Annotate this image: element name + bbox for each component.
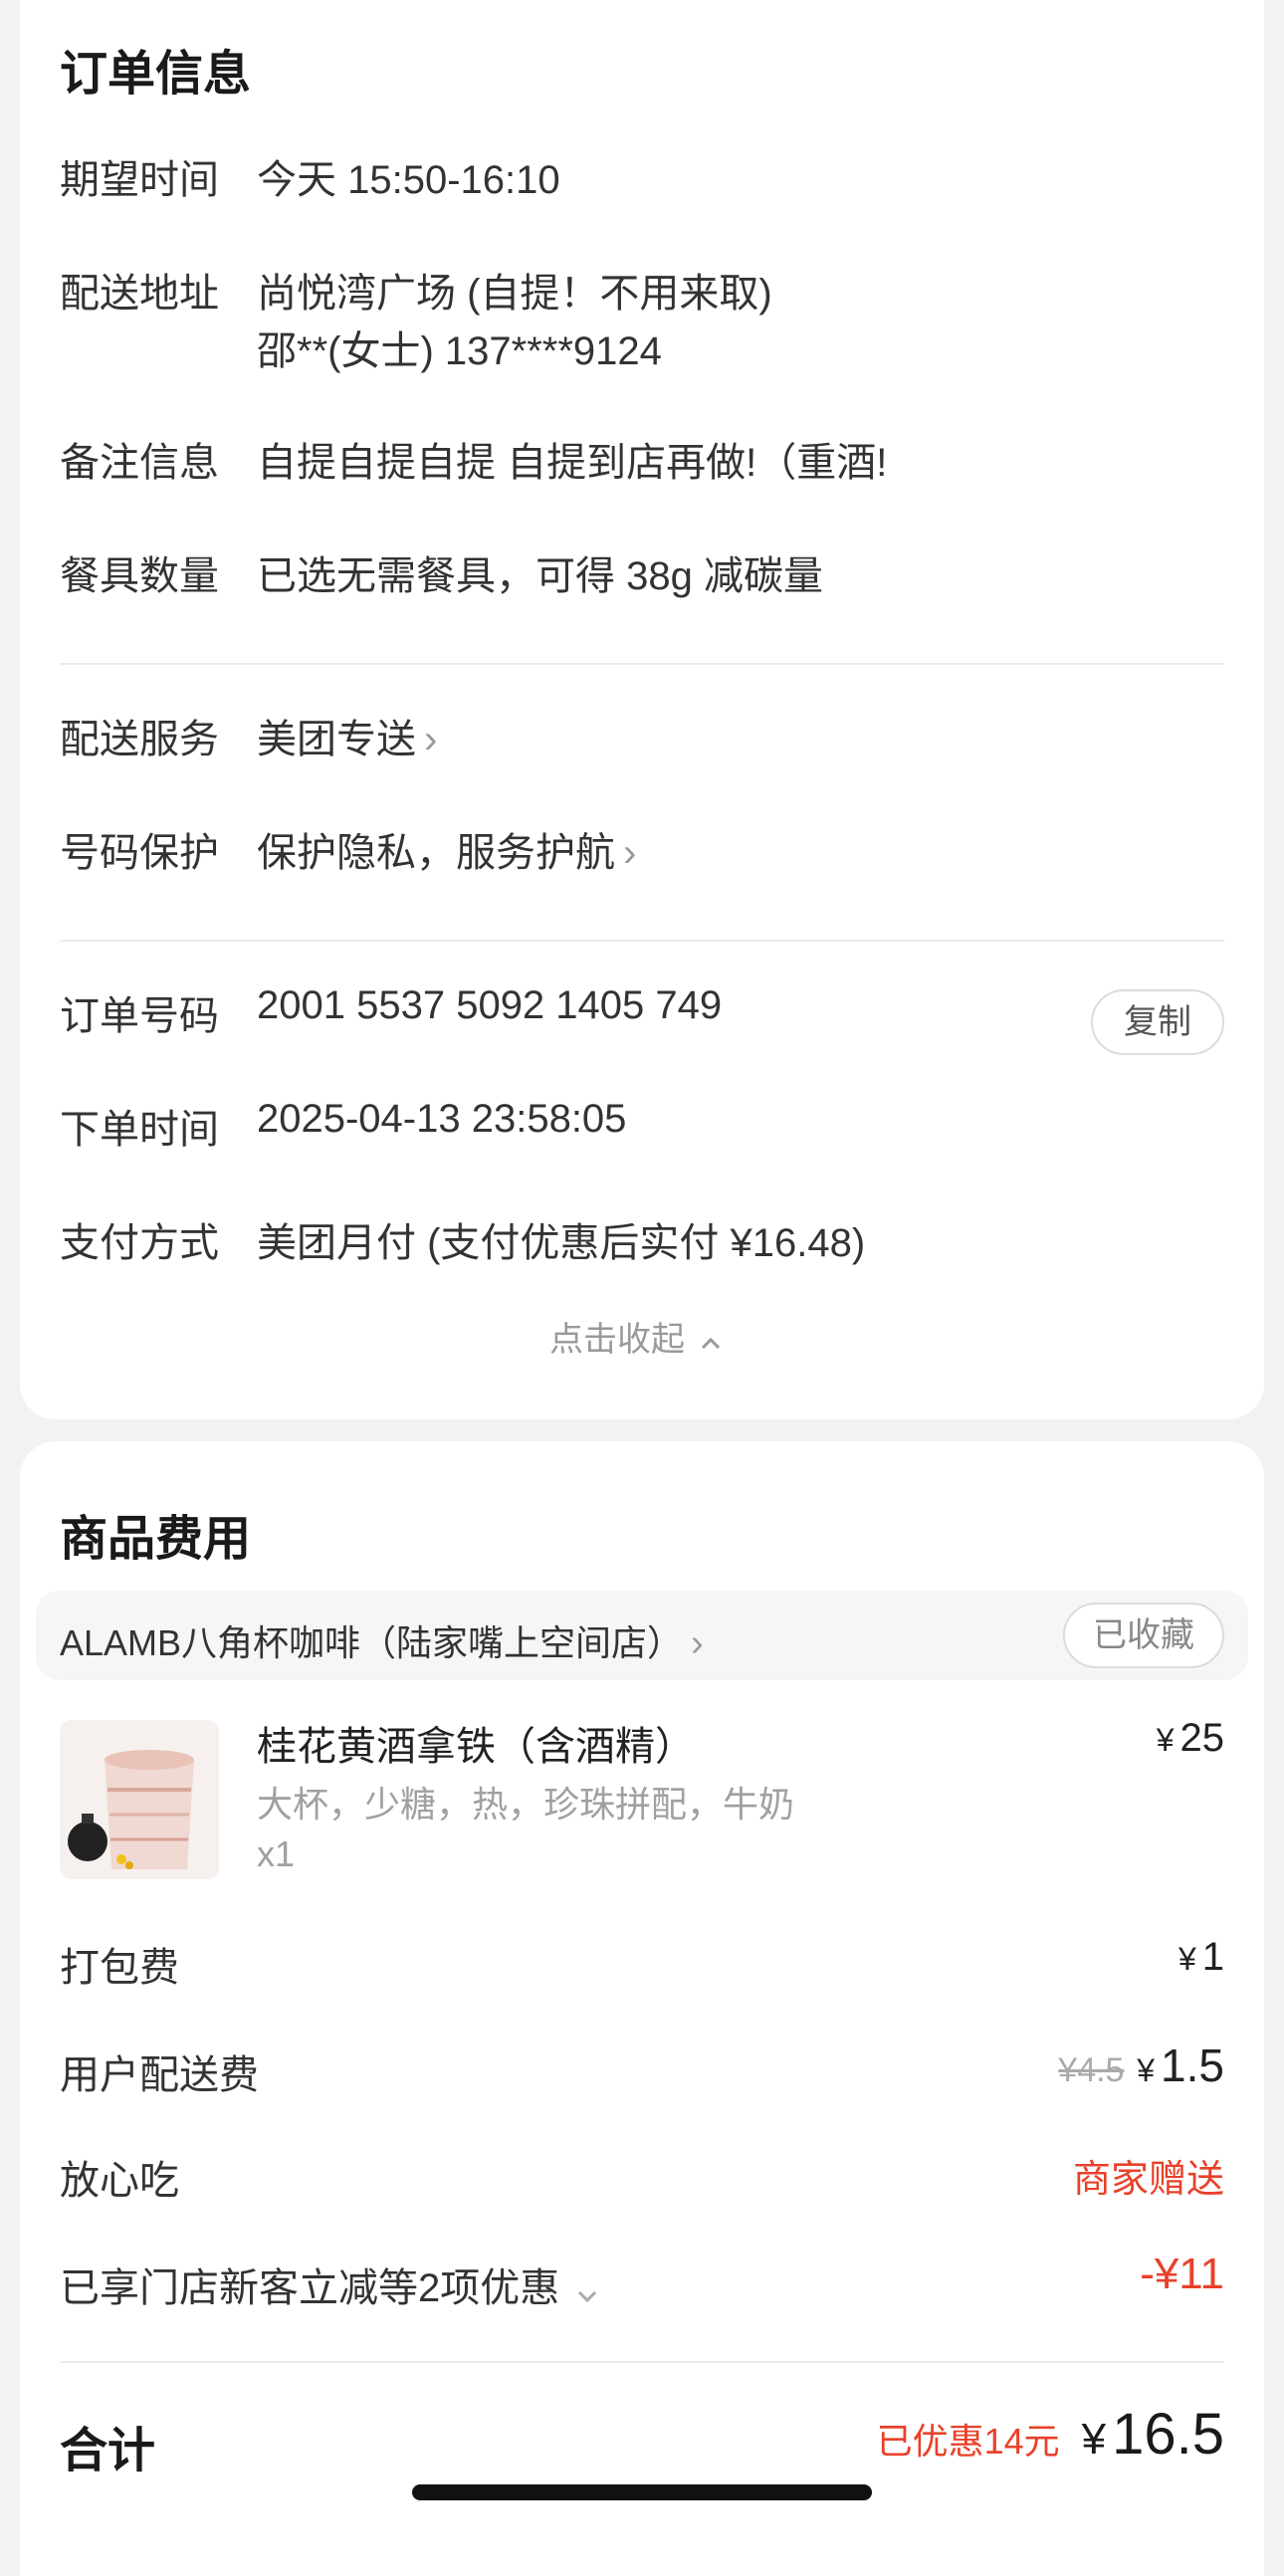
packing-fee: ¥1 [1178,1935,1224,1980]
address-value: 尚悦湾广场 (自提！不用来取) [257,272,772,316]
order-info-card: 订单信息 期望时间 今天 15:50-16:10 配送地址 尚悦湾广场 (自提！… [20,0,1264,1419]
delivery-fee-label: 用户配送费 [60,2053,259,2097]
saved-button[interactable]: 已收藏 [1063,1603,1224,1668]
shop-name: ALAMB八角杯咖啡（陆家嘴上空间店） [60,1622,684,1663]
copy-button[interactable]: 复制 [1091,989,1224,1055]
delivery-service-link[interactable]: 美团专送 › [257,707,437,764]
total-label: 合计 [60,2425,156,2477]
delivery-service-label: 配送服务 [60,718,219,761]
divider [60,663,1224,665]
packing-fee-label: 打包费 [60,1946,179,1990]
order-info-title: 订单信息 [60,48,252,101]
chevron-right-icon: › [424,718,438,761]
divider [60,2361,1224,2363]
currency-symbol: ¥ [1156,1722,1175,1758]
product-name: 桂花黄酒拿铁（含酒精） [257,1725,695,1769]
saved-amount: 已优惠14元 [876,2420,1060,2462]
currency-symbol: ¥ [1177,1941,1196,1977]
shop-link[interactable]: ALAMB八角杯咖啡（陆家嘴上空间店） › [60,1614,704,1666]
delivery-fee-value: 1.5 [1161,2039,1224,2091]
collapse-button[interactable]: 点击收起 [549,1312,722,1361]
chevron-right-icon: › [623,831,637,875]
expected-time-label: 期望时间 [60,158,219,202]
total-value: 16.5 [1112,2402,1224,2467]
discount-link[interactable]: 已享门店新客立减等2项优惠 [60,2255,598,2313]
tableware-value: 已选无需餐具，可得 38g 减碳量 [257,554,823,598]
order-number-label: 订单号码 [60,994,219,1038]
order-time-label: 下单时间 [60,1108,219,1152]
address-label: 配送地址 [60,272,219,316]
address-contact: 邵**(女士) 137****9124 [257,329,662,373]
collapse-label: 点击收起 [549,1321,685,1359]
divider [60,940,1224,942]
number-protect-label: 号码保护 [60,831,219,875]
number-protect-value: 保护隐私，服务护航 [257,831,615,875]
delivery-fee-original: ¥4.5 [1058,2051,1125,2089]
expected-time-value: 今天 15:50-16:10 [257,158,560,202]
currency-symbol: ¥ [1137,2052,1156,2088]
packing-fee-value: 1 [1201,1935,1224,1979]
tableware-label: 餐具数量 [60,554,219,598]
goods-fee-card: 商品费用 ALAMB八角杯咖啡（陆家嘴上空间店） › 已收藏 桂花黄酒拿铁（含酒精… [20,1441,1264,2576]
order-number-value: 2001 5537 5092 1405 749 [257,983,723,1027]
latte-cup-image [60,1720,219,1879]
payment-label: 支付方式 [60,1221,219,1265]
currency-symbol: ¥ [1081,2415,1107,2464]
chevron-up-icon [700,1321,722,1360]
chevron-down-icon [576,2268,598,2313]
order-time-value: 2025-04-13 23:58:05 [257,1097,627,1141]
number-protect-link[interactable]: 保护隐私，服务护航 › [257,820,636,878]
payment-value: 美团月付 (支付优惠后实付 ¥16.48) [257,1221,866,1265]
home-indicator[interactable] [412,2484,872,2500]
product-price: ¥25 [1157,1716,1224,1761]
product-specs: 大杯，少糖，热，珍珠拼配，牛奶 [257,1784,795,1825]
safe-eat-value: 商家赠送 [1072,2159,1224,2201]
goods-fee-title: 商品费用 [60,1513,252,1566]
remark-value: 自提自提自提 自提到店再做!（重酒! [257,441,888,485]
chevron-right-icon: › [691,1622,704,1664]
delivery-service-value: 美团专送 [257,718,416,761]
safe-eat-label: 放心吃 [60,2159,179,2203]
product-thumbnail [60,1720,219,1879]
delivery-fee: ¥4.5 ¥1.5 [1058,2039,1224,2092]
discount-label: 已享门店新客立减等2项优惠 [60,2266,560,2310]
discount-value: -¥11 [1140,2250,1224,2298]
product-price-value: 25 [1179,1716,1225,1760]
remark-label: 备注信息 [60,441,219,485]
total-amount: 已优惠14元 ¥16.5 [877,2401,1224,2468]
product-quantity: x1 [257,1833,296,1874]
